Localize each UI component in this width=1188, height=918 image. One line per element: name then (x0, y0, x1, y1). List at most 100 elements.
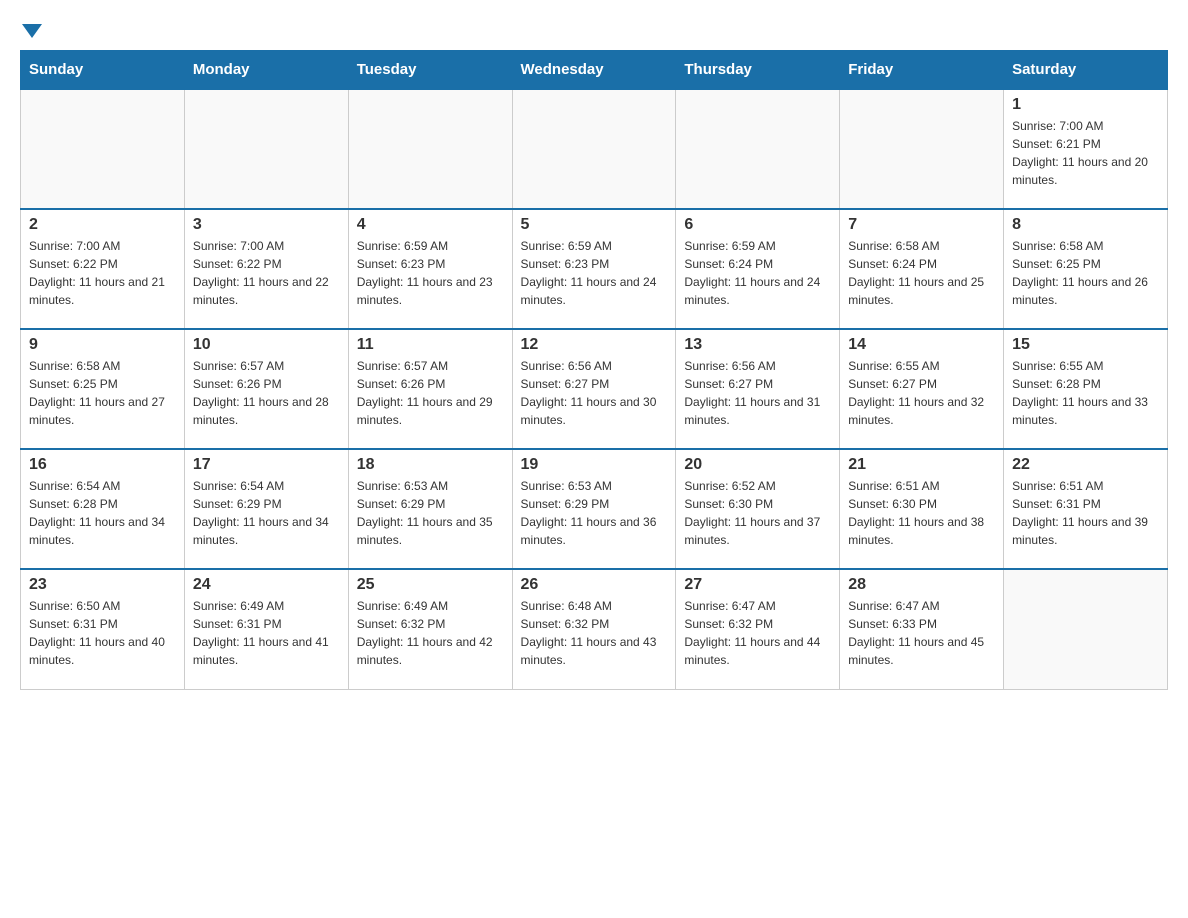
day-sun-info: Sunrise: 6:59 AMSunset: 6:24 PMDaylight:… (684, 237, 831, 309)
day-number: 20 (684, 456, 831, 474)
day-sun-info: Sunrise: 6:53 AMSunset: 6:29 PMDaylight:… (357, 477, 504, 549)
day-sun-info: Sunrise: 6:56 AMSunset: 6:27 PMDaylight:… (684, 357, 831, 429)
day-sun-info: Sunrise: 6:57 AMSunset: 6:26 PMDaylight:… (193, 357, 340, 429)
day-of-week-header: Friday (840, 51, 1004, 90)
calendar-day-cell: 4Sunrise: 6:59 AMSunset: 6:23 PMDaylight… (348, 209, 512, 329)
day-number: 15 (1012, 336, 1159, 354)
calendar-day-cell: 8Sunrise: 6:58 AMSunset: 6:25 PMDaylight… (1004, 209, 1168, 329)
day-sun-info: Sunrise: 6:47 AMSunset: 6:33 PMDaylight:… (848, 597, 995, 669)
day-sun-info: Sunrise: 6:58 AMSunset: 6:24 PMDaylight:… (848, 237, 995, 309)
calendar-day-cell: 15 Sunrise: 6:55 AMSunset: 6:28 PMDayligh… (1004, 329, 1168, 449)
calendar-day-cell (676, 89, 840, 209)
day-sun-info: Sunrise: 6:57 AMSunset: 6:26 PMDaylight:… (357, 357, 504, 429)
day-number: 12 (521, 336, 668, 354)
day-number: 13 (684, 336, 831, 354)
day-sun-info: Sunrise: 6:54 AMSunset: 6:29 PMDaylight:… (193, 477, 340, 549)
logo (20, 20, 42, 34)
day-sun-info: Sunrise: 6:49 AMSunset: 6:31 PMDaylight:… (193, 597, 340, 669)
day-number: 18 (357, 456, 504, 474)
day-sun-info: Sunrise: 7:00 AMSunset: 6:21 PMDaylight:… (1012, 117, 1159, 189)
calendar-day-cell: 7 Sunrise: 6:58 AMSunset: 6:24 PMDaylight… (840, 209, 1004, 329)
calendar-day-cell: 18 Sunrise: 6:53 AMSunset: 6:29 PMDayligh… (348, 449, 512, 569)
calendar-day-cell: 16 Sunrise: 6:54 AMSunset: 6:28 PMDayligh… (21, 449, 185, 569)
day-of-week-header: Wednesday (512, 51, 676, 90)
calendar-day-cell (840, 89, 1004, 209)
calendar-week-row: 9 Sunrise: 6:58 AMSunset: 6:25 PMDaylight… (21, 329, 1168, 449)
day-of-week-header: Sunday (21, 51, 185, 90)
calendar-day-cell: 2 Sunrise: 7:00 AMSunset: 6:22 PMDaylight… (21, 209, 185, 329)
day-sun-info: Sunrise: 7:00 AMSunset: 6:22 PMDaylight:… (29, 237, 176, 309)
calendar-week-row: 2 Sunrise: 7:00 AMSunset: 6:22 PMDaylight… (21, 209, 1168, 329)
calendar-day-cell: 27 Sunrise: 6:47 AMSunset: 6:32 PMDayligh… (676, 569, 840, 689)
logo-general-text (20, 20, 42, 38)
day-number: 28 (848, 576, 995, 594)
calendar-day-cell: 11 Sunrise: 6:57 AMSunset: 6:26 PMDayligh… (348, 329, 512, 449)
day-sun-info: Sunrise: 6:52 AMSunset: 6:30 PMDaylight:… (684, 477, 831, 549)
calendar-day-cell: 13 Sunrise: 6:56 AMSunset: 6:27 PMDayligh… (676, 329, 840, 449)
calendar-day-cell: 9 Sunrise: 6:58 AMSunset: 6:25 PMDaylight… (21, 329, 185, 449)
day-of-week-header: Thursday (676, 51, 840, 90)
day-number: 19 (521, 456, 668, 474)
calendar-day-cell: 17Sunrise: 6:54 AMSunset: 6:29 PMDayligh… (184, 449, 348, 569)
calendar-day-cell: 24 Sunrise: 6:49 AMSunset: 6:31 PMDayligh… (184, 569, 348, 689)
day-sun-info: Sunrise: 6:53 AMSunset: 6:29 PMDaylight:… (521, 477, 668, 549)
day-sun-info: Sunrise: 6:55 AMSunset: 6:28 PMDaylight:… (1012, 357, 1159, 429)
calendar-day-cell: 19 Sunrise: 6:53 AMSunset: 6:29 PMDayligh… (512, 449, 676, 569)
calendar-table: SundayMondayTuesdayWednesdayThursdayFrid… (20, 50, 1168, 690)
day-number: 16 (29, 456, 176, 474)
day-number: 24 (193, 576, 340, 594)
calendar-day-cell (348, 89, 512, 209)
day-number: 3 (193, 216, 340, 234)
day-number: 4 (357, 216, 504, 234)
day-of-week-header: Tuesday (348, 51, 512, 90)
day-sun-info: Sunrise: 6:54 AMSunset: 6:28 PMDaylight:… (29, 477, 176, 549)
day-sun-info: Sunrise: 6:51 AMSunset: 6:31 PMDaylight:… (1012, 477, 1159, 549)
day-number: 6 (684, 216, 831, 234)
calendar-day-cell: 5Sunrise: 6:59 AMSunset: 6:23 PMDaylight… (512, 209, 676, 329)
day-number: 2 (29, 216, 176, 234)
day-number: 22 (1012, 456, 1159, 474)
day-sun-info: Sunrise: 6:58 AMSunset: 6:25 PMDaylight:… (29, 357, 176, 429)
calendar-day-cell (1004, 569, 1168, 689)
day-number: 11 (357, 336, 504, 354)
day-sun-info: Sunrise: 6:50 AMSunset: 6:31 PMDaylight:… (29, 597, 176, 669)
calendar-day-cell: 1 Sunrise: 7:00 AMSunset: 6:21 PMDaylight… (1004, 89, 1168, 209)
calendar-day-cell: 23 Sunrise: 6:50 AMSunset: 6:31 PMDayligh… (21, 569, 185, 689)
calendar-day-cell: 10 Sunrise: 6:57 AMSunset: 6:26 PMDayligh… (184, 329, 348, 449)
day-of-week-header: Monday (184, 51, 348, 90)
day-number: 1 (1012, 96, 1159, 114)
day-number: 9 (29, 336, 176, 354)
calendar-day-cell: 12Sunrise: 6:56 AMSunset: 6:27 PMDayligh… (512, 329, 676, 449)
day-sun-info: Sunrise: 6:48 AMSunset: 6:32 PMDaylight:… (521, 597, 668, 669)
day-sun-info: Sunrise: 6:58 AMSunset: 6:25 PMDaylight:… (1012, 237, 1159, 309)
day-number: 23 (29, 576, 176, 594)
day-sun-info: Sunrise: 6:47 AMSunset: 6:32 PMDaylight:… (684, 597, 831, 669)
calendar-day-cell: 14 Sunrise: 6:55 AMSunset: 6:27 PMDayligh… (840, 329, 1004, 449)
calendar-day-cell: 28 Sunrise: 6:47 AMSunset: 6:33 PMDayligh… (840, 569, 1004, 689)
day-number: 27 (684, 576, 831, 594)
calendar-day-cell: 6 Sunrise: 6:59 AMSunset: 6:24 PMDaylight… (676, 209, 840, 329)
calendar-day-cell: 20 Sunrise: 6:52 AMSunset: 6:30 PMDayligh… (676, 449, 840, 569)
logo-arrow-icon (22, 24, 42, 38)
calendar-day-cell (21, 89, 185, 209)
calendar-day-cell: 25 Sunrise: 6:49 AMSunset: 6:32 PMDayligh… (348, 569, 512, 689)
day-number: 21 (848, 456, 995, 474)
day-sun-info: Sunrise: 6:49 AMSunset: 6:32 PMDaylight:… (357, 597, 504, 669)
calendar-day-cell: 22 Sunrise: 6:51 AMSunset: 6:31 PMDayligh… (1004, 449, 1168, 569)
day-number: 10 (193, 336, 340, 354)
calendar-day-cell: 26 Sunrise: 6:48 AMSunset: 6:32 PMDayligh… (512, 569, 676, 689)
calendar-header-row: SundayMondayTuesdayWednesdayThursdayFrid… (21, 51, 1168, 90)
day-number: 26 (521, 576, 668, 594)
day-of-week-header: Saturday (1004, 51, 1168, 90)
day-number: 14 (848, 336, 995, 354)
calendar-week-row: 23 Sunrise: 6:50 AMSunset: 6:31 PMDayligh… (21, 569, 1168, 689)
day-sun-info: Sunrise: 6:59 AMSunset: 6:23 PMDaylight:… (521, 237, 668, 309)
calendar-day-cell (512, 89, 676, 209)
day-sun-info: Sunrise: 6:55 AMSunset: 6:27 PMDaylight:… (848, 357, 995, 429)
calendar-day-cell: 21 Sunrise: 6:51 AMSunset: 6:30 PMDayligh… (840, 449, 1004, 569)
calendar-day-cell (184, 89, 348, 209)
day-sun-info: Sunrise: 6:51 AMSunset: 6:30 PMDaylight:… (848, 477, 995, 549)
day-number: 25 (357, 576, 504, 594)
day-number: 7 (848, 216, 995, 234)
calendar-week-row: 1 Sunrise: 7:00 AMSunset: 6:21 PMDaylight… (21, 89, 1168, 209)
